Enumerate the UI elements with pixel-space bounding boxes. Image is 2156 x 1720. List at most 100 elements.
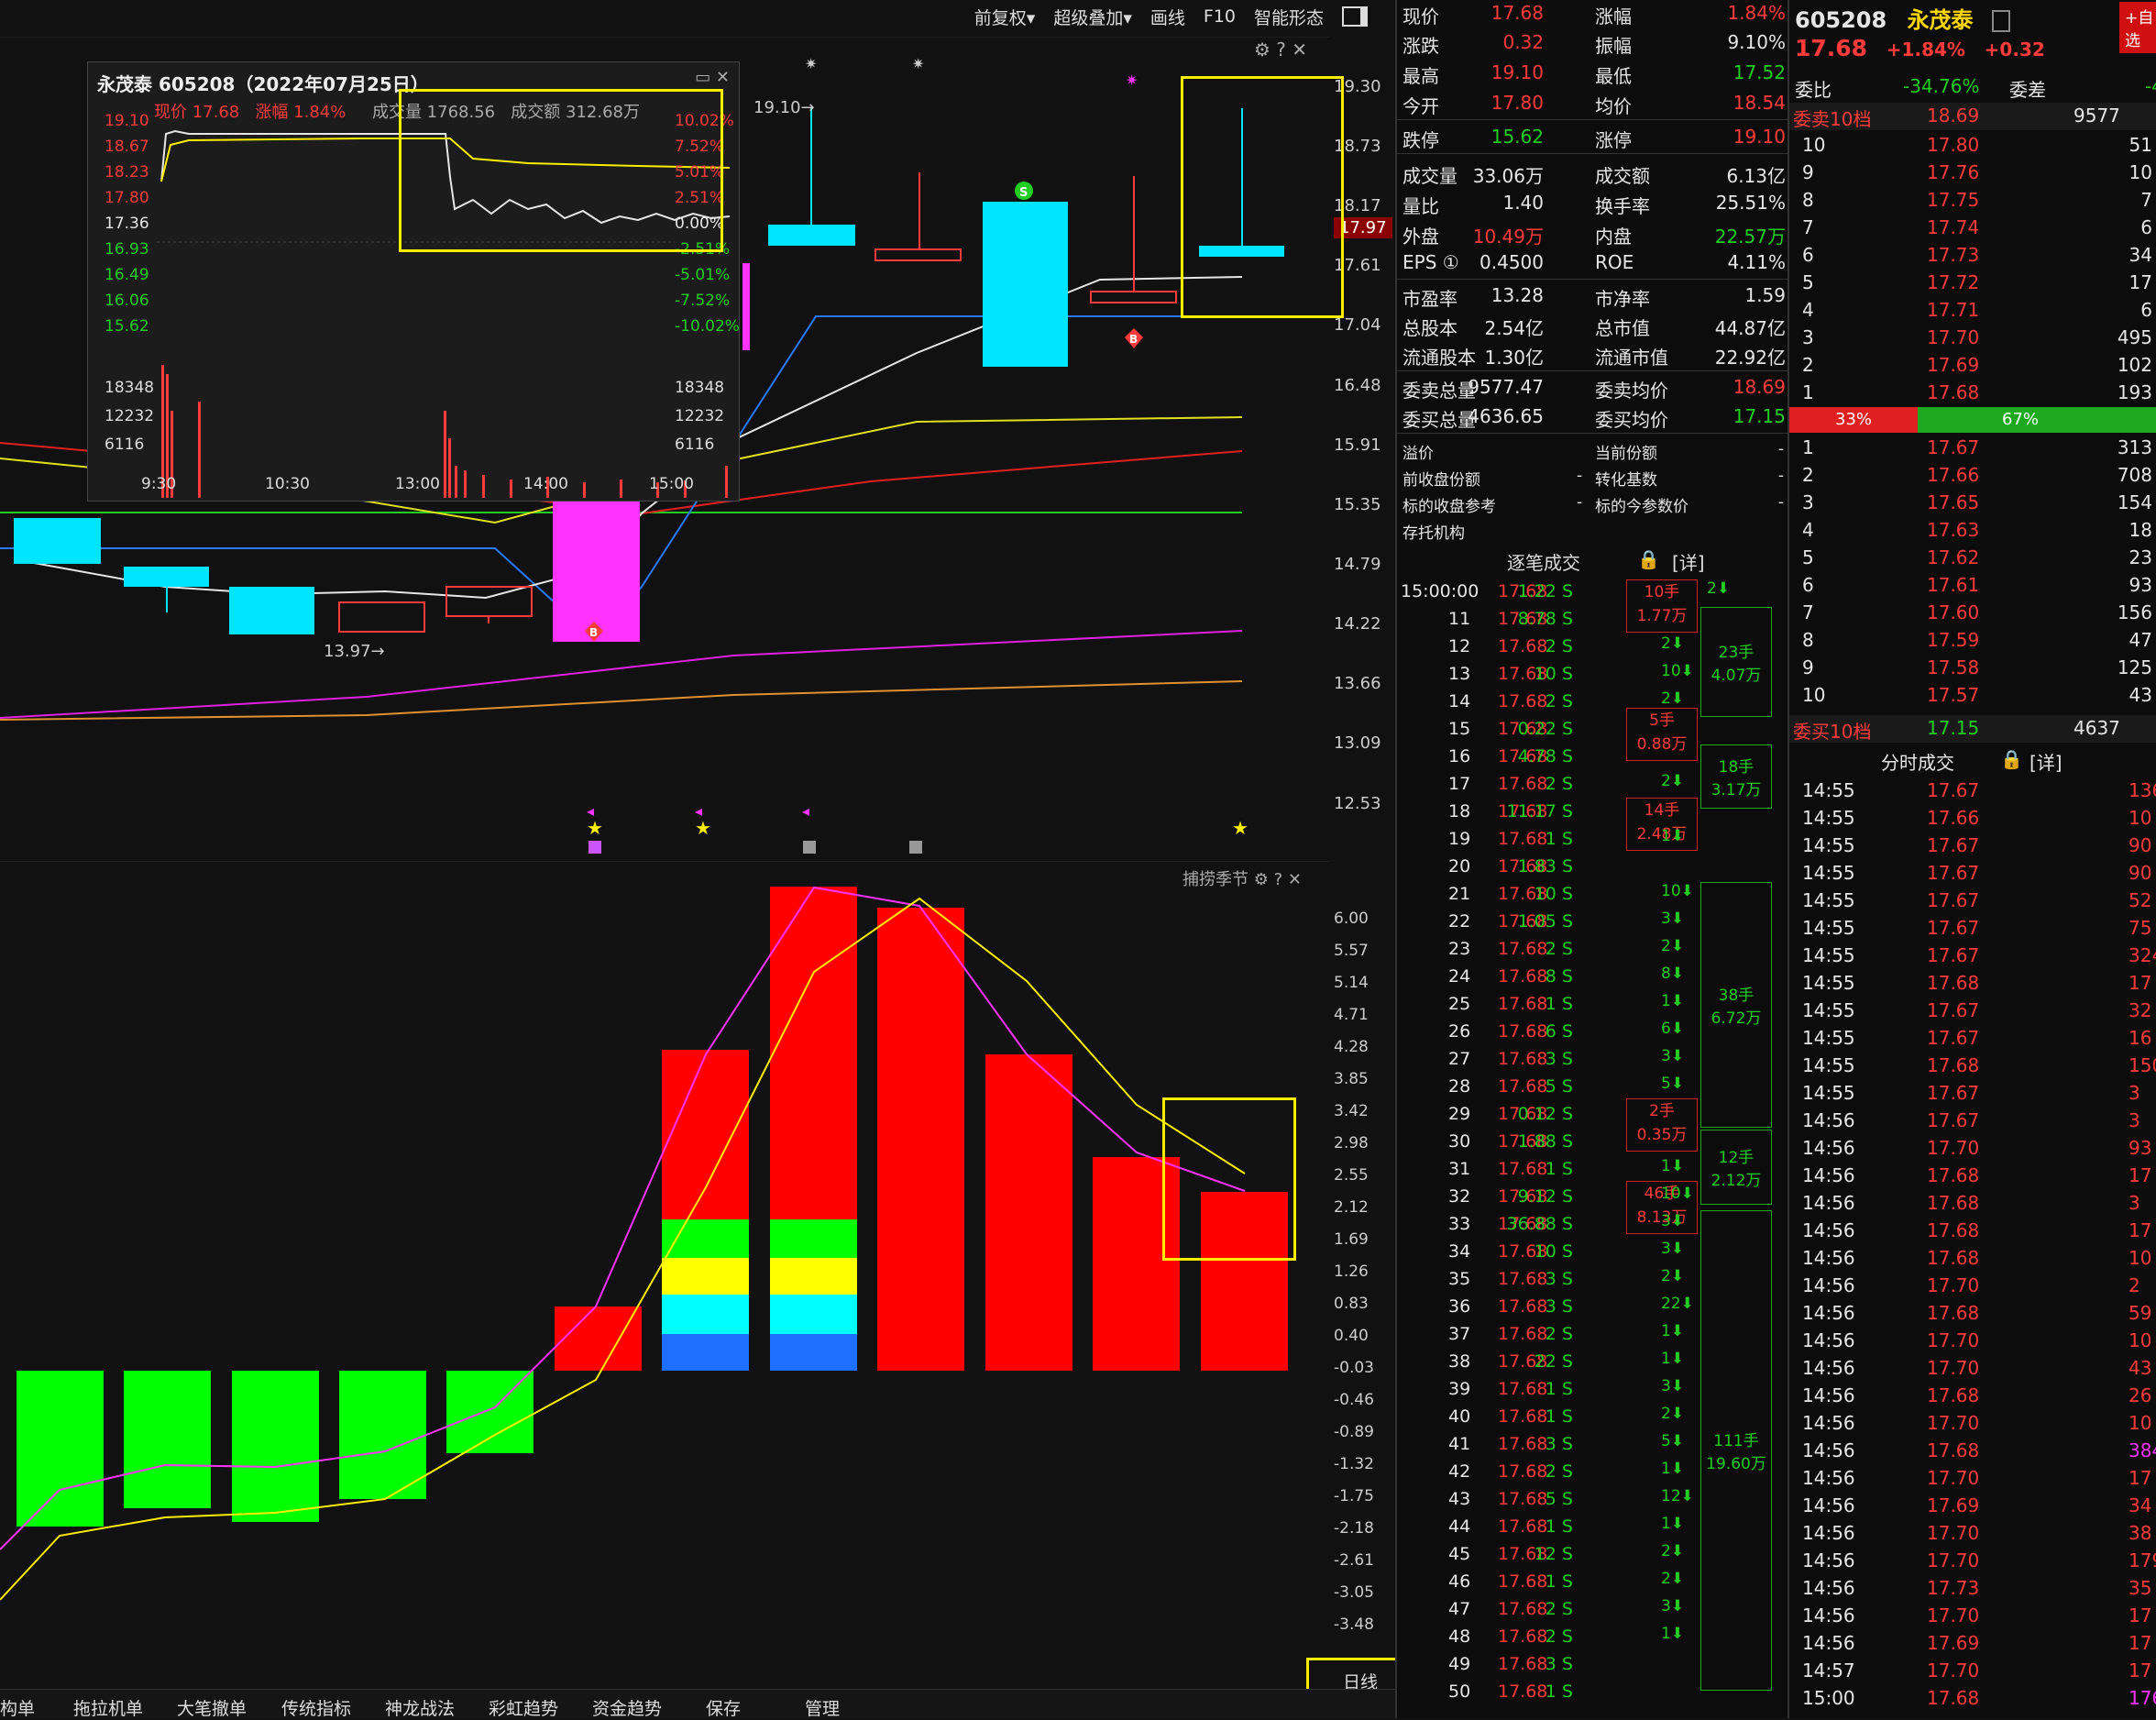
ask-row[interactable]: 2 17.69 102	[1789, 352, 2156, 380]
tick-time: 31	[1448, 1159, 1471, 1179]
quote-value: 9.10%	[1727, 31, 1786, 53]
stock-name: 永茂泰	[1907, 7, 1974, 33]
close-icon[interactable]: ✕	[1288, 870, 1302, 889]
bid-row[interactable]: 1 17.67 313	[1789, 435, 2156, 462]
minute-volume: 52	[2128, 889, 2152, 911]
settings-icon[interactable]: ⚙ ?	[1254, 870, 1282, 889]
tab-item[interactable]: 管理	[805, 1695, 840, 1720]
tick-direction-marker: 3⬇	[1661, 1212, 1685, 1230]
tick-time: 34	[1448, 1241, 1471, 1262]
ask-row[interactable]: 9 17.76 10	[1789, 160, 2156, 187]
ask-row[interactable]: 4 17.71 6	[1789, 297, 2156, 325]
tab-item[interactable]: 拖拉机单	[73, 1695, 143, 1720]
minute-price: 17.68	[1927, 972, 1980, 994]
ask-row[interactable]: 5 17.72 17	[1789, 270, 2156, 297]
tick-price: 17.68	[1498, 1379, 1548, 1399]
tab-item[interactable]: 大笔撤单	[177, 1695, 247, 1720]
overlay-dropdown[interactable]: 超级叠加▾	[1053, 5, 1132, 29]
bid-row[interactable]: 7 17.60 156	[1789, 600, 2156, 627]
ask-row[interactable]: 3 17.70 495	[1789, 325, 2156, 352]
bid-price: 17.63	[1927, 519, 1980, 541]
quote-value: 10.49万	[1472, 226, 1544, 248]
close-icon[interactable]: ✕	[1292, 39, 1307, 61]
add-favorite-button[interactable]: +自选	[2119, 2, 2156, 53]
quote-label: 转化基数	[1595, 471, 1657, 490]
tick-aggregate-box: 18手 3.17万	[1700, 744, 1772, 809]
layout-toggle-icon[interactable]	[1342, 6, 1368, 27]
candle	[1090, 291, 1177, 303]
ask-row[interactable]: 8 17.75 7	[1789, 187, 2156, 215]
bid-row[interactable]: 3 17.65 154	[1789, 490, 2156, 517]
quote-value: 22.57万	[1714, 226, 1786, 248]
minute-price: 17.67	[1927, 1082, 1980, 1104]
help-icon[interactable]: ?	[1276, 39, 1286, 61]
tab-item[interactable]: 资金趋势	[592, 1695, 662, 1720]
quote-label: 溢价	[1402, 445, 1434, 463]
agg-qty: 23手	[1718, 644, 1754, 662]
f10-button[interactable]: F10	[1204, 6, 1236, 27]
bid-row[interactable]: 9 17.58 125	[1789, 655, 2156, 682]
draw-button[interactable]: 画线	[1150, 5, 1185, 29]
minute-price: 17.67	[1927, 999, 1980, 1021]
minute-row: 14:56 17.67 3	[1789, 1108, 2156, 1135]
bid-row[interactable]: 6 17.61 93	[1789, 572, 2156, 600]
minute-volume: 34	[2128, 1494, 2152, 1516]
tab-item[interactable]: 保存	[706, 1695, 741, 1720]
quote-value: 17.52	[1732, 61, 1786, 83]
bid-row[interactable]: 2 17.66 708	[1789, 462, 2156, 490]
candle	[553, 502, 640, 642]
minute-price: 17.68	[1927, 1302, 1980, 1324]
quote-row: 流通股本 1.30亿 流通市值 22.92亿	[1397, 341, 1789, 370]
bottom-tab-bar: 构单 拖拉机单 大笔撤单 传统指标 神龙战法 彩虹趋势 资金趋势 保存 管理	[0, 1689, 1395, 1719]
tab-item[interactable]: 传统指标	[281, 1695, 351, 1720]
quote-value: 17.68	[1490, 2, 1544, 24]
ask-volume: 7	[2140, 189, 2152, 211]
spark-icon: ✷	[912, 55, 924, 72]
profile-icon[interactable]	[1991, 10, 2010, 32]
minute-price: 17.68	[1927, 1164, 1980, 1186]
minute-time: 14:55	[1802, 889, 1855, 911]
minute-price: 17.70	[1927, 1412, 1980, 1434]
fq-dropdown[interactable]: 前复权▾	[974, 5, 1036, 29]
tick-volume: 2 S	[1545, 1461, 1573, 1482]
tick-direction-marker: 2⬇	[1661, 1570, 1685, 1588]
tick-time: 39	[1448, 1379, 1471, 1399]
level: 5	[1802, 546, 1814, 568]
tick-aggregate-box: 111手 19.60万	[1700, 1210, 1772, 1691]
settings-icon[interactable]: ⚙	[1254, 39, 1270, 61]
bid-row[interactable]: 4 17.63 18	[1789, 517, 2156, 545]
bid-volume: 43	[2128, 684, 2152, 706]
quote-label: 市盈率	[1402, 288, 1458, 310]
minute-time: 14:55	[1802, 917, 1855, 939]
divider	[1397, 279, 1789, 280]
quote-label: 委卖总量	[1402, 380, 1476, 402]
kline-chart-area[interactable]: 前复权▾ 超级叠加▾ 画线 F10 智能形态 S B B ★ ★ ★ ✷ ✷ ✷…	[0, 0, 1431, 1719]
quote-value: 1.30亿	[1484, 347, 1544, 369]
bid-row[interactable]: 8 17.59 47	[1789, 627, 2156, 655]
agg-amt: 4.07万	[1710, 667, 1762, 685]
minute-volume: 32	[2128, 999, 2152, 1021]
minute-time: 14:55	[1802, 1027, 1855, 1049]
quote-value: 6.13亿	[1726, 165, 1786, 187]
tab-item[interactable]: 构单	[0, 1695, 35, 1720]
tick-time: 15	[1448, 719, 1471, 739]
ask-row[interactable]: 10 17.80 51	[1789, 132, 2156, 160]
tick-direction-marker: 8⬇	[1661, 965, 1685, 983]
ask-row[interactable]: 6 17.73 34	[1789, 242, 2156, 270]
tab-item[interactable]: 彩虹趋势	[489, 1695, 558, 1720]
bid-price: 17.61	[1927, 574, 1980, 596]
tab-item[interactable]: 神龙战法	[385, 1695, 455, 1720]
star-icon: ★	[695, 817, 711, 839]
bid-row[interactable]: 10 17.57 43	[1789, 682, 2156, 710]
osc-bar	[124, 1371, 211, 1508]
tick-row: 20 17.68 1.83 S	[1397, 854, 1789, 882]
minute-price: 17.68	[1927, 1247, 1980, 1269]
minute-price: 17.70	[1927, 1522, 1980, 1544]
ask-price: 17.75	[1927, 189, 1980, 211]
tick-direction-marker: 1⬇	[1661, 1322, 1685, 1340]
ask-row[interactable]: 7 17.74 6	[1789, 215, 2156, 242]
ask-row[interactable]: 1 17.68 193	[1789, 380, 2156, 407]
intraday-popup[interactable]: 永茂泰 605208（2022年07月25日） ▭ ✕ 现价 17.68 涨幅 …	[87, 61, 740, 502]
bid-row[interactable]: 5 17.62 23	[1789, 545, 2156, 572]
pattern-button[interactable]: 智能形态	[1254, 5, 1324, 29]
